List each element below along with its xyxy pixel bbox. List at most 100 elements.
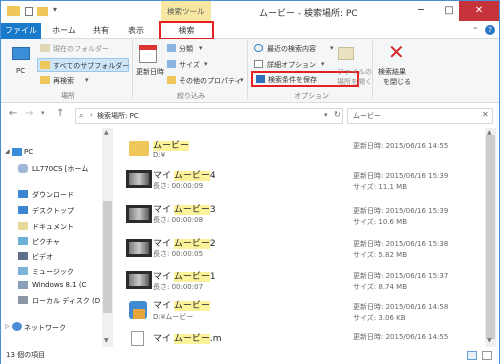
calendar-header [139,45,157,50]
result-duration: 長さ: 00:00:09 [153,182,204,190]
scroll-down-icon[interactable]: ▼ [104,337,109,344]
clear-search-icon[interactable]: ✕ [482,110,489,119]
result-name[interactable]: マイ ムービー2 [153,236,216,249]
nav-item-downloads[interactable]: ダウンロード [32,190,74,200]
expand-arrow-icon[interactable]: ▷ [5,323,10,330]
pc-button-label[interactable]: PC [16,67,25,75]
open-file-location-icon [338,47,354,60]
nav-item-desktop[interactable]: デスクトップ [32,206,74,216]
result-name[interactable]: マイ ムービー4 [153,168,216,181]
result-modified: 更新日時: 2015/06/16 14:55 [353,142,449,150]
results-scrollbar-thumb[interactable] [486,135,495,339]
result-name[interactable]: マイ ムービー [153,298,210,311]
nav-item-user[interactable]: LL770CS [ホーム [32,164,88,174]
minimize-ribbon-icon[interactable]: ⌃ [472,26,479,35]
local-disk-icon [18,296,28,304]
result-size: サイズ: 3.06 KB [353,314,406,322]
desktop-icon [18,206,28,214]
close-search-icon[interactable]: ✕ [388,42,405,62]
nav-scrollbar-thumb[interactable] [103,201,112,313]
result-name[interactable]: マイ ムービー.m [153,331,222,344]
date-modified-button[interactable]: 更新日時 [136,67,164,77]
nav-item-windows-drive[interactable]: Windows 8.1 (C [32,281,86,289]
all-subfolders-button[interactable]: すべてのサブフォルダー [53,61,129,71]
large-icons-view-icon[interactable] [482,351,492,360]
kind-icon [167,44,176,52]
customize-toolbar-icon[interactable]: ▾ [53,5,57,14]
expand-arrow-icon[interactable]: ◢ [5,148,10,155]
pc-icon [12,148,22,156]
result-modified: 更新日時: 2015/06/16 15:38 [353,240,449,248]
kind-button[interactable]: 分類 [179,44,193,54]
chevron-down-icon: ▾ [240,76,244,84]
chevron-down-icon: ▾ [204,60,208,68]
downloads-icon [18,190,28,198]
address-dropdown-icon[interactable]: ▾ [324,111,328,119]
title-bar: ▾ 検索ツール ムービー - 検索場所: PC ─ □ ✕ [1,1,499,23]
tab-search[interactable]: 検索 [159,21,214,40]
result-modified: 更新日時: 2015/06/16 15:37 [353,272,449,280]
help-icon[interactable]: ? [485,25,495,35]
nav-item-local-disk[interactable]: ローカル ディスク (D [32,296,100,306]
file-icon [131,331,144,346]
forward-arrow-icon[interactable]: → [25,108,33,119]
tab-home[interactable]: ホーム [47,23,81,39]
pc-icon[interactable] [12,47,30,60]
music-icon [18,267,28,275]
minimize-button[interactable]: ─ [407,1,435,21]
chevron-down-icon: ▾ [321,60,325,68]
scroll-up-icon[interactable]: ▲ [487,129,492,136]
nav-item-videos[interactable]: ビデオ [32,252,53,262]
result-size: サイズ: 5.82 MB [353,251,408,259]
result-modified: 更新日時: 2015/06/16 14:55 [353,333,449,341]
recent-searches-button[interactable]: 最近の検索内容 [267,44,316,54]
size-button[interactable]: サイズ [179,60,200,70]
details-view-icon[interactable] [467,351,477,360]
other-properties-button[interactable]: その他のプロパティ [179,76,242,86]
result-name[interactable]: マイ ムービー3 [153,202,216,215]
result-name[interactable]: ムービー [153,138,190,151]
tab-view[interactable]: 表示 [121,23,151,39]
ribbon-separator [247,41,248,99]
videos-icon [18,252,28,260]
chevron-down-icon: ▾ [199,44,203,52]
close-button[interactable]: ✕ [459,1,499,21]
scroll-up-icon[interactable]: ▲ [104,129,109,136]
ribbon-separator [132,41,133,99]
address-path[interactable]: 検索場所: PC [97,111,139,121]
close-search-line2[interactable]: を閉じる [383,77,411,87]
result-name[interactable]: マイ ムービー1 [153,269,216,282]
recent-locations-icon[interactable]: ▾ [41,109,45,117]
chevron-down-icon: ▾ [85,76,89,84]
video-thumbnail-icon [126,170,152,188]
current-folder-icon [40,44,50,52]
open-file-location-line1[interactable]: ファイルの [337,67,372,77]
close-search-line1[interactable]: 検索結果 [378,67,406,77]
back-arrow-icon[interactable]: ← [9,108,17,119]
video-thumbnail-icon [126,239,152,257]
result-duration: 長さ: 00:00:08 [153,216,204,224]
quick-access-new-folder-icon[interactable] [37,7,48,16]
nav-item-music[interactable]: ミュージック [32,267,74,277]
nav-item-documents[interactable]: ドキュメント [32,222,74,232]
refine-group-label: 絞り込み [177,92,205,100]
quick-access-properties-icon[interactable] [25,7,33,16]
location-group-label: 場所 [61,92,75,100]
tab-file[interactable]: ファイル [1,23,41,39]
open-file-location-line2[interactable]: 場所を開く [337,77,372,87]
nav-item-pc[interactable]: PC [24,148,33,156]
up-arrow-icon[interactable]: ↑ [56,108,64,119]
refresh-icon[interactable]: ↻ [334,110,341,119]
tab-share[interactable]: 共有 [87,23,115,39]
search-input-text[interactable]: ムービー [353,111,381,121]
save-search-button[interactable]: 検索条件を保存 [268,75,317,85]
advanced-options-button[interactable]: 詳細オプション [267,60,316,70]
result-modified: 更新日時: 2015/06/16 15:39 [353,207,449,215]
scroll-down-icon[interactable]: ▼ [487,337,492,344]
folder-icon [7,6,20,16]
windows-drive-icon [18,281,28,289]
nav-item-pictures[interactable]: ピクチャ [32,237,60,247]
search-again-button[interactable]: 再検索 [53,76,74,86]
current-folder-button[interactable]: 現在のフォルダー [53,44,109,54]
nav-item-network[interactable]: ネットワーク [24,323,66,333]
